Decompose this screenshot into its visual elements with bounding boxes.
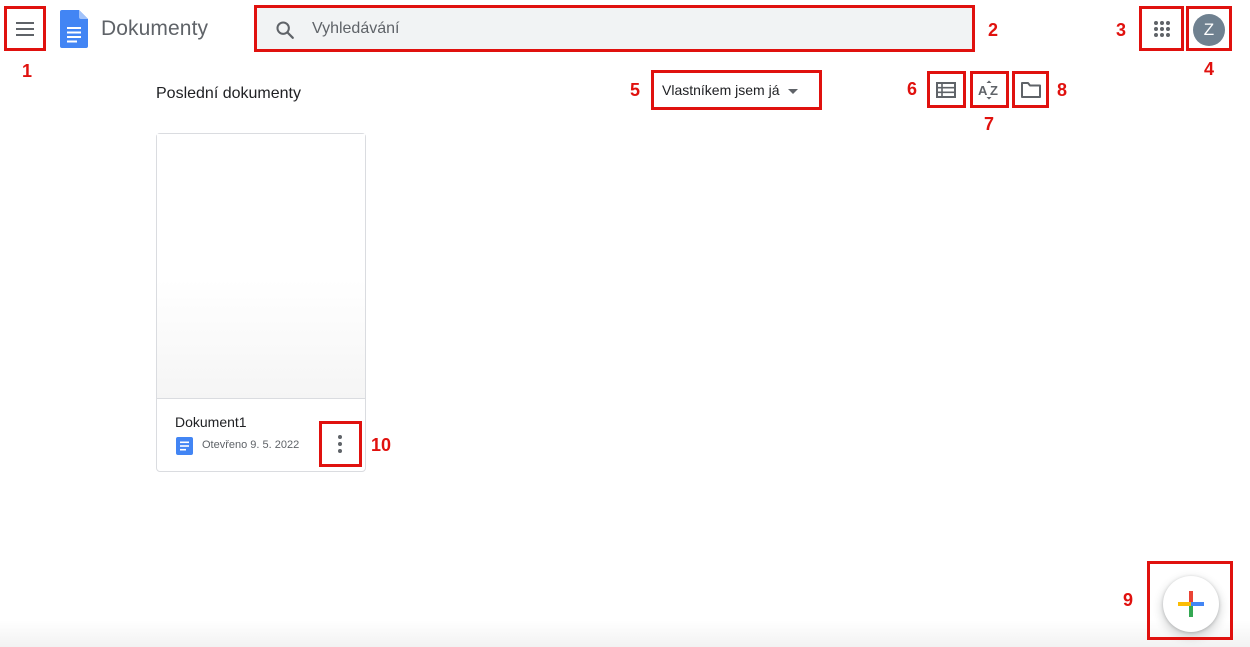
annotation-box-8 [1012, 71, 1049, 108]
document-thumbnail[interactable] [157, 134, 365, 399]
docs-logo-icon[interactable] [60, 10, 88, 48]
annotation-box-10 [319, 421, 362, 467]
annotation-number-9: 9 [1123, 590, 1134, 610]
annotation-number-3: 3 [1116, 20, 1127, 40]
annotation-box-6 [927, 71, 966, 108]
annotation-box-1 [4, 6, 46, 51]
annotation-number-10: 10 [371, 435, 392, 455]
annotation-box-2 [254, 5, 975, 52]
bottom-shadow [0, 620, 1250, 647]
annotation-number-8: 8 [1057, 80, 1068, 100]
docs-file-icon [176, 437, 193, 455]
annotation-number-1: 1 [22, 61, 33, 81]
annotation-number-5: 5 [630, 80, 641, 100]
annotation-number-2: 2 [988, 20, 999, 40]
section-title: Poslední dokumenty [156, 85, 301, 102]
annotation-box-4 [1186, 6, 1232, 51]
annotation-box-3 [1139, 6, 1184, 51]
app-title: Dokumenty [101, 17, 209, 40]
document-last-opened: Otevřeno 9. 5. 2022 [202, 439, 300, 451]
annotation-number-4: 4 [1204, 59, 1215, 79]
document-title: Dokument1 [175, 414, 247, 430]
annotation-number-6: 6 [907, 79, 918, 99]
annotation-box-9 [1147, 561, 1233, 640]
annotation-box-7 [970, 71, 1009, 108]
annotation-box-5 [651, 70, 822, 110]
annotation-number-7: 7 [984, 114, 995, 134]
